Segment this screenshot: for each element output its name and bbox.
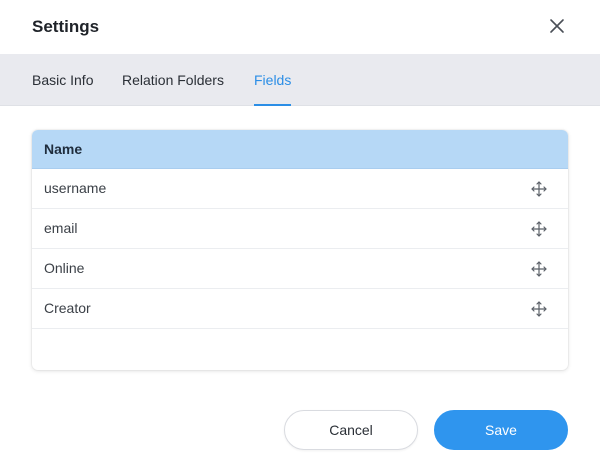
column-header-name: Name — [44, 141, 83, 157]
tab-relation-folders[interactable]: Relation Folders — [122, 54, 224, 106]
tab-basic-info[interactable]: Basic Info — [32, 54, 93, 106]
field-name: email — [44, 220, 78, 236]
cancel-button[interactable]: Cancel — [284, 410, 418, 450]
table-row[interactable]: username — [32, 169, 568, 209]
table-header: Name — [32, 130, 568, 169]
settings-dialog: Settings Basic Info Relation Folders Fie… — [0, 0, 600, 466]
dialog-title: Settings — [32, 17, 100, 36]
drag-move-icon[interactable] — [530, 220, 548, 238]
drag-move-icon[interactable] — [530, 300, 548, 318]
dialog-header: Settings — [0, 0, 600, 54]
fields-table: Name username email Online Creator — [32, 130, 568, 370]
drag-move-icon[interactable] — [530, 260, 548, 278]
field-name: Creator — [44, 300, 91, 316]
table-row-empty — [32, 329, 568, 369]
field-name: Online — [44, 260, 85, 276]
table-row[interactable]: Creator — [32, 289, 568, 329]
tab-bar: Basic Info Relation Folders Fields — [0, 54, 600, 106]
tab-fields[interactable]: Fields — [254, 54, 292, 106]
drag-move-icon[interactable] — [530, 180, 548, 198]
save-button[interactable]: Save — [434, 410, 568, 450]
table-row[interactable]: email — [32, 209, 568, 249]
close-icon[interactable] — [545, 14, 569, 38]
table-row[interactable]: Online — [32, 249, 568, 289]
field-name: username — [44, 180, 107, 196]
